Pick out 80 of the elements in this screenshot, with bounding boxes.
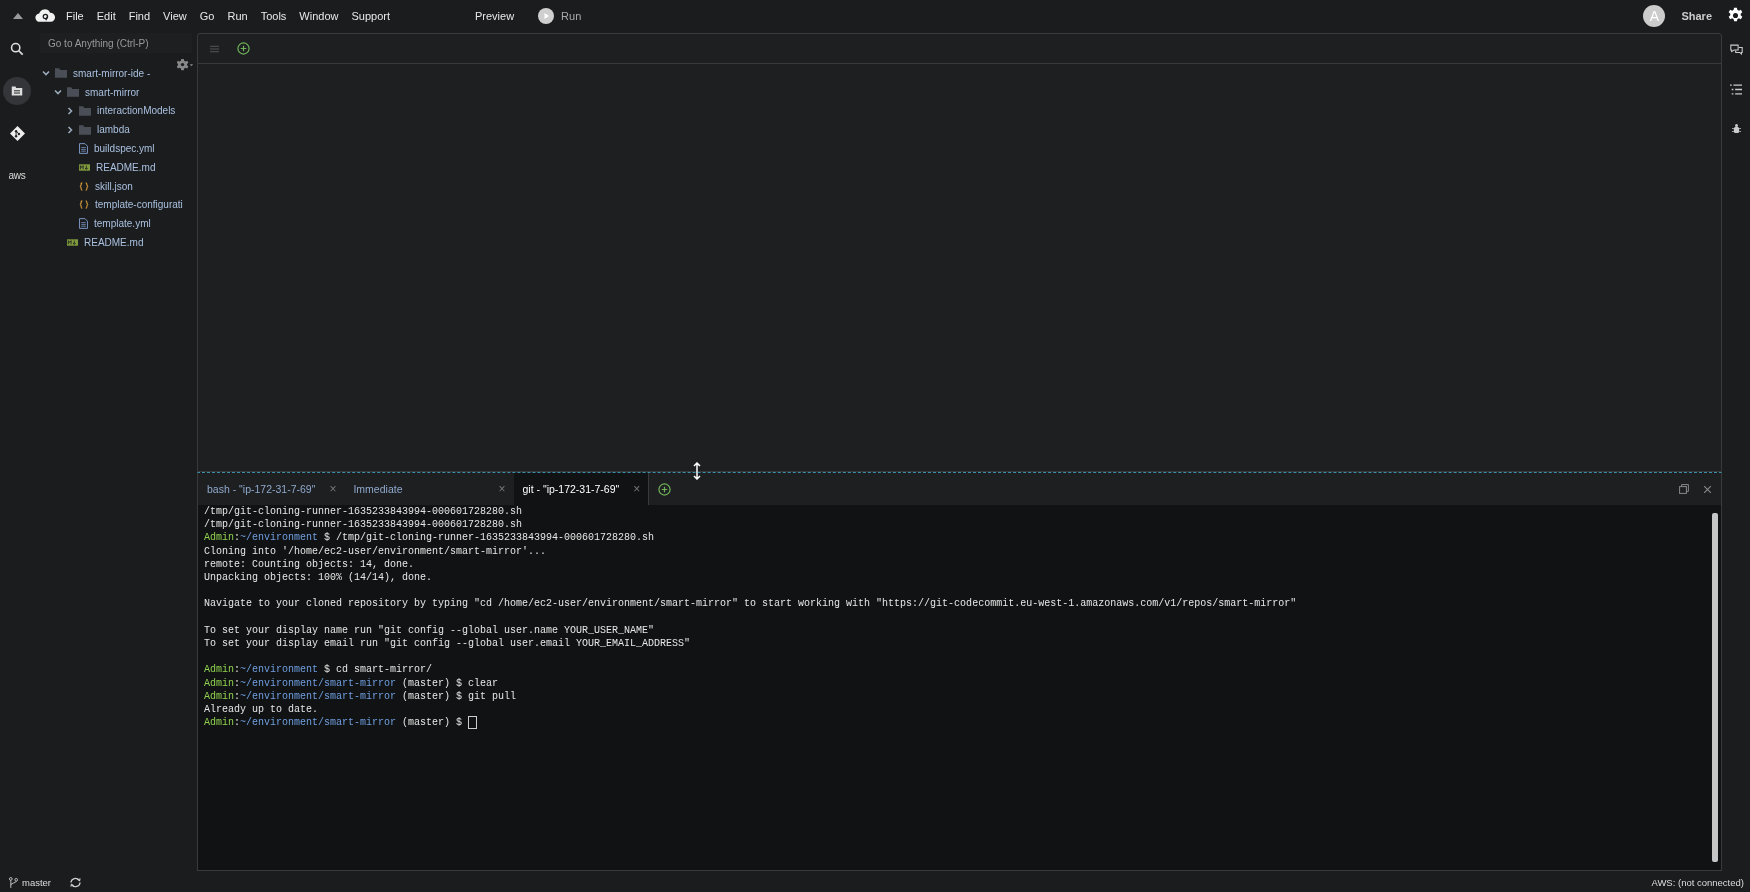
settings-icon[interactable] — [1727, 7, 1744, 24]
branch-icon — [9, 877, 18, 888]
close-tab-button[interactable]: × — [633, 482, 641, 496]
menu-item[interactable]: View — [163, 9, 187, 22]
tree-item[interactable]: skill.json — [95, 180, 133, 192]
menu-item[interactable]: Support — [351, 9, 390, 22]
preview-menu[interactable]: Preview — [475, 9, 515, 22]
document-icon — [79, 143, 88, 155]
terminal-line: Admin:~/environment/smart-mirror (master) $ clear — [204, 676, 499, 690]
terminal-line: Unpacking objects: 100% (14/14), done. — [204, 571, 434, 585]
branch-label[interactable]: master — [22, 877, 52, 888]
terminal-line: /tmp/git-cloning-runner-1635233843994-000601728280.sh — [204, 518, 524, 532]
chevron-right-icon[interactable] — [66, 125, 74, 134]
terminal-line: Admin:~/environment $ cd smart-mirror/ — [204, 663, 433, 677]
scrollbar[interactable] — [1712, 513, 1718, 862]
chevron-right-icon[interactable] — [66, 107, 74, 115]
tree-item[interactable]: lambda — [97, 124, 130, 136]
folder-icon — [55, 68, 67, 79]
bug-icon[interactable] — [1731, 123, 1741, 134]
close-icon[interactable] — [1704, 485, 1711, 493]
folder-icon — [67, 87, 79, 98]
menu-item[interactable]: File — [66, 9, 84, 22]
chevron-down-icon[interactable] — [42, 69, 50, 78]
tree-item[interactable]: README.md — [84, 237, 144, 249]
files-tab[interactable] — [3, 77, 31, 105]
resize-cursor-icon[interactable] — [693, 462, 701, 480]
menu-item[interactable]: Find — [128, 9, 151, 22]
aws-status: AWS: (not connected) — [1651, 877, 1744, 888]
play-icon — [538, 7, 555, 24]
terminal-line: Admin:~/environment/smart-mirror (master) $ git pull — [204, 689, 517, 703]
folder-icon — [79, 124, 91, 135]
menu-item[interactable]: Window — [299, 9, 339, 22]
terminal-line: /tmp/git-cloning-runner-1635233843994-000601728280.sh — [204, 505, 524, 519]
menu-item[interactable]: Tools — [260, 9, 287, 22]
sync-icon[interactable] — [69, 877, 83, 888]
terminal-line: Admin:~/environment/smart-mirror (master) $ — [204, 716, 463, 730]
tree-item[interactable]: template.yml — [94, 218, 151, 230]
document-icon — [79, 218, 88, 230]
tree-item[interactable]: interactionModels — [97, 105, 176, 117]
terminal-tab[interactable]: Immediate × — [344, 473, 514, 505]
markdown-icon — [79, 163, 90, 171]
terminal-line: Admin:~/environment $ /tmp/git-cloning-runner-1635233843994-000601728280.sh — [204, 531, 655, 545]
folder-icon — [79, 106, 91, 116]
search-field[interactable]: Go to Anything (Ctrl-P) — [40, 33, 192, 53]
maximize-icon[interactable] — [1679, 484, 1689, 494]
search-icon — [10, 42, 24, 56]
collapse-icon[interactable] — [13, 12, 23, 19]
tree-item[interactable]: smart-mirror — [85, 86, 140, 98]
terminal-line: To set your display name run "git config --global user.name YOUR_USER_NAME" — [204, 623, 656, 637]
terminal-line: Navigate to your cloned repository by typing "cd /home/ec2-user/environment/smart-mirror" to start working with "https://git-codecommit.eu-west-1.amazonaws.com/v1/repos/smart-mirror" — [204, 597, 1298, 611]
git-icon — [9, 125, 25, 141]
cursor-icon — [468, 716, 478, 730]
aws-label[interactable]: aws — [3, 161, 31, 189]
close-tab-button[interactable]: × — [329, 482, 337, 496]
chevron-down-icon[interactable] — [54, 88, 62, 97]
add-tab-icon[interactable] — [237, 42, 250, 55]
terminal-line: Cloning into '/home/ec2-user/environment/smart-mirror'... — [204, 544, 548, 558]
terminal-line: Already up to date. — [204, 703, 320, 717]
cloud-icon[interactable] — [35, 8, 55, 23]
menu-item[interactable]: Go — [199, 9, 215, 22]
braces-icon — [79, 181, 89, 191]
braces-icon — [79, 200, 89, 210]
tree-item[interactable]: smart-mirror-ide - — [73, 67, 151, 79]
menu-item[interactable]: Run — [227, 9, 248, 22]
terminal-line: To set your display email run "git config --global user.email YOUR_EMAIL_ADDRESS" — [204, 637, 692, 651]
terminal-tab[interactable]: bash - "ip-172-31-7-69" × — [198, 473, 345, 505]
terminal-tab[interactable]: git - "ip-172-31-7-69" × — [513, 473, 650, 505]
tree-item[interactable]: buildspec.yml — [94, 143, 155, 155]
share-button[interactable]: Share — [1681, 9, 1712, 22]
close-tab-button[interactable]: × — [498, 482, 506, 496]
chat-icon[interactable] — [1729, 44, 1743, 56]
terminal-line: remote: Counting objects: 14, done. — [204, 557, 416, 571]
tree-item[interactable]: template-configurati — [95, 199, 183, 211]
menu-item[interactable]: Edit — [96, 9, 116, 22]
folder-icon — [11, 85, 23, 97]
markdown-icon — [67, 239, 78, 247]
run-button[interactable]: Run — [538, 7, 582, 24]
add-tab-icon[interactable] — [658, 482, 672, 496]
tree-item[interactable]: README.md — [96, 161, 156, 173]
list-icon[interactable] — [1730, 84, 1742, 95]
